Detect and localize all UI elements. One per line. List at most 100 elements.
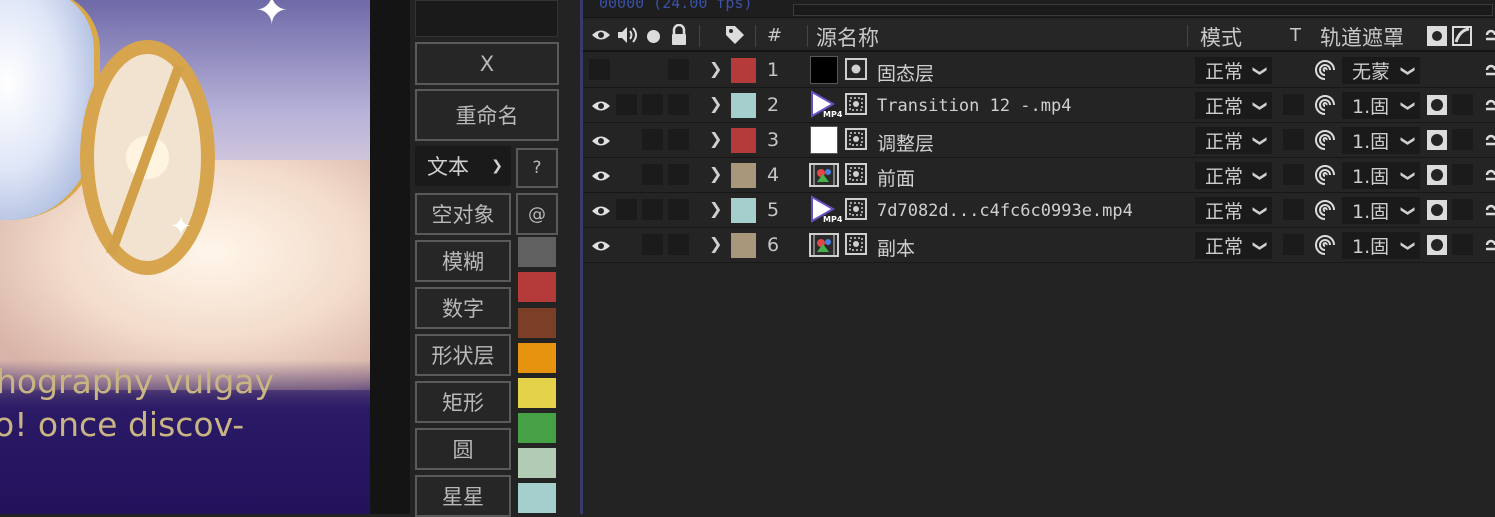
layer-row[interactable]: ❯ 4 前面 正常 ❯ 1.固 ❯ — [583, 158, 1495, 193]
preserve-transparency-toggle[interactable] — [1283, 164, 1304, 185]
label-color-chip[interactable] — [731, 58, 756, 83]
blur-button[interactable]: 模糊 — [415, 240, 511, 282]
layer-name[interactable]: 调整层 — [877, 129, 934, 156]
chevron-right-icon[interactable]: ❯ — [709, 164, 722, 183]
lock-toggle[interactable] — [668, 164, 689, 185]
timeline-search-field[interactable] — [793, 4, 1493, 16]
column-header-track-matte[interactable]: 轨道遮罩 — [1320, 22, 1404, 52]
solo-dot-icon[interactable] — [647, 30, 660, 43]
star-button[interactable]: 星星 — [415, 475, 511, 517]
blend-mode-dropdown[interactable]: 正常 ❯ — [1195, 127, 1272, 154]
circle-button[interactable]: 圆 — [415, 428, 511, 470]
column-header-number[interactable]: # — [767, 25, 782, 46]
matte-invert-icon[interactable] — [1452, 26, 1472, 46]
parent-link-icon[interactable] — [1484, 62, 1495, 80]
layer-name[interactable]: 7d7082d...c4fc6c0993e.mp4 — [877, 201, 1133, 221]
parent-link-icon[interactable] — [1484, 167, 1495, 185]
color-swatch[interactable] — [518, 308, 556, 338]
preserve-transparency-toggle[interactable] — [1283, 94, 1304, 115]
blend-mode-dropdown[interactable]: 正常 ❯ — [1195, 57, 1272, 84]
audio-speaker-icon[interactable] — [616, 25, 638, 45]
label-tag-icon[interactable] — [724, 24, 746, 46]
rename-button[interactable]: 重命名 — [415, 89, 559, 141]
track-matte-dropdown[interactable]: 1.固 ❯ — [1342, 197, 1420, 224]
chevron-right-icon[interactable]: ❯ — [709, 234, 722, 253]
solo-toggle[interactable] — [642, 164, 663, 185]
eye-icon[interactable] — [591, 134, 611, 148]
track-matte-pickwhip-icon[interactable] — [1313, 163, 1337, 187]
solo-toggle[interactable] — [642, 129, 663, 150]
matte-invert-toggle[interactable] — [1452, 199, 1473, 220]
text-type-dropdown[interactable]: 文本 ❯ — [415, 146, 511, 186]
lock-toggle[interactable] — [668, 94, 689, 115]
parent-link-icon[interactable] — [1484, 202, 1495, 220]
track-matte-pickwhip-icon[interactable] — [1313, 93, 1337, 117]
solo-toggle[interactable] — [642, 94, 663, 115]
close-x-button[interactable]: X — [415, 42, 559, 85]
chevron-right-icon[interactable]: ❯ — [709, 59, 722, 78]
matte-alpha-toggle[interactable] — [1427, 235, 1447, 255]
layer-name[interactable]: 副本 — [877, 234, 915, 261]
shape-layer-button[interactable]: 形状层 — [415, 334, 511, 376]
color-swatch[interactable] — [518, 378, 556, 408]
lock-icon[interactable] — [670, 24, 688, 46]
color-swatch[interactable] — [518, 237, 556, 267]
matte-invert-toggle[interactable] — [1452, 234, 1473, 255]
layer-name[interactable]: Transition 12 -.mp4 — [877, 96, 1071, 116]
chevron-right-icon[interactable]: ❯ — [709, 199, 722, 218]
parent-link-icon[interactable] — [1484, 132, 1495, 150]
label-color-chip[interactable] — [731, 198, 756, 223]
label-color-chip[interactable] — [731, 128, 756, 153]
column-header-t[interactable]: T — [1290, 25, 1301, 46]
track-matte-dropdown[interactable]: 1.固 ❯ — [1342, 92, 1420, 119]
layer-row[interactable]: ❯ 2 MP4 Transition 12 -.mp4 正常 ❯ 1.固 ❯ — [583, 88, 1495, 123]
matte-alpha-toggle[interactable] — [1427, 95, 1447, 115]
layer-row[interactable]: ❯ 3 调整层 正常 ❯ 1.固 ❯ — [583, 123, 1495, 158]
matte-alpha-icon[interactable] — [1427, 26, 1447, 46]
blend-mode-dropdown[interactable]: 正常 ❯ — [1195, 197, 1272, 224]
matte-invert-toggle[interactable] — [1452, 164, 1473, 185]
blend-mode-dropdown[interactable]: 正常 ❯ — [1195, 92, 1272, 119]
audio-toggle[interactable] — [616, 94, 637, 115]
track-matte-dropdown[interactable]: 1.固 ❯ — [1342, 232, 1420, 259]
null-object-button[interactable]: 空对象 — [415, 193, 511, 235]
solo-toggle[interactable] — [642, 234, 663, 255]
blend-mode-dropdown[interactable]: 正常 ❯ — [1195, 162, 1272, 189]
help-button[interactable]: ? — [516, 148, 558, 188]
track-matte-pickwhip-icon[interactable] — [1313, 128, 1337, 152]
chevron-right-icon[interactable]: ❯ — [709, 129, 722, 148]
track-matte-pickwhip-icon[interactable] — [1313, 58, 1337, 82]
parent-link-icon[interactable] — [1484, 27, 1495, 45]
number-button[interactable]: 数字 — [415, 287, 511, 329]
eye-icon[interactable] — [591, 239, 611, 253]
chevron-right-icon[interactable]: ❯ — [709, 94, 722, 113]
matte-alpha-toggle[interactable] — [1427, 130, 1447, 150]
preserve-transparency-toggle[interactable] — [1283, 129, 1304, 150]
layer-row[interactable]: ❯ 1 固态层 正常 ❯ 无蒙 ❯ — [583, 53, 1495, 88]
matte-alpha-toggle[interactable] — [1427, 165, 1447, 185]
track-matte-dropdown[interactable]: 1.固 ❯ — [1342, 162, 1420, 189]
visibility-toggle[interactable] — [589, 59, 610, 80]
preserve-transparency-toggle[interactable] — [1283, 234, 1304, 255]
eye-icon[interactable] — [591, 204, 611, 218]
color-swatch[interactable] — [518, 413, 556, 443]
parent-link-icon[interactable] — [1484, 237, 1495, 255]
lock-toggle[interactable] — [668, 199, 689, 220]
preserve-transparency-toggle[interactable] — [1283, 199, 1304, 220]
color-swatch[interactable] — [518, 272, 556, 302]
eye-icon[interactable] — [591, 99, 611, 113]
color-swatch[interactable] — [518, 483, 556, 513]
parent-link-icon[interactable] — [1484, 97, 1495, 115]
label-color-chip[interactable] — [731, 233, 756, 258]
lock-toggle[interactable] — [668, 59, 689, 80]
layer-row[interactable]: ❯ 5 MP4 7d7082d...c4fc6c0993e.mp4 正常 ❯ 1.固 ❯ — [583, 193, 1495, 228]
blend-mode-dropdown[interactable]: 正常 ❯ — [1195, 232, 1272, 259]
column-header-source-name[interactable]: 源名称 — [816, 22, 879, 52]
eye-icon[interactable] — [591, 169, 611, 183]
matte-invert-toggle[interactable] — [1452, 129, 1473, 150]
track-matte-pickwhip-icon[interactable] — [1313, 198, 1337, 222]
layer-row[interactable]: ❯ 6 副本 正常 ❯ 1.固 ❯ — [583, 228, 1495, 263]
color-swatch[interactable] — [518, 343, 556, 373]
color-swatch[interactable] — [518, 448, 556, 478]
eye-icon[interactable] — [591, 28, 611, 42]
